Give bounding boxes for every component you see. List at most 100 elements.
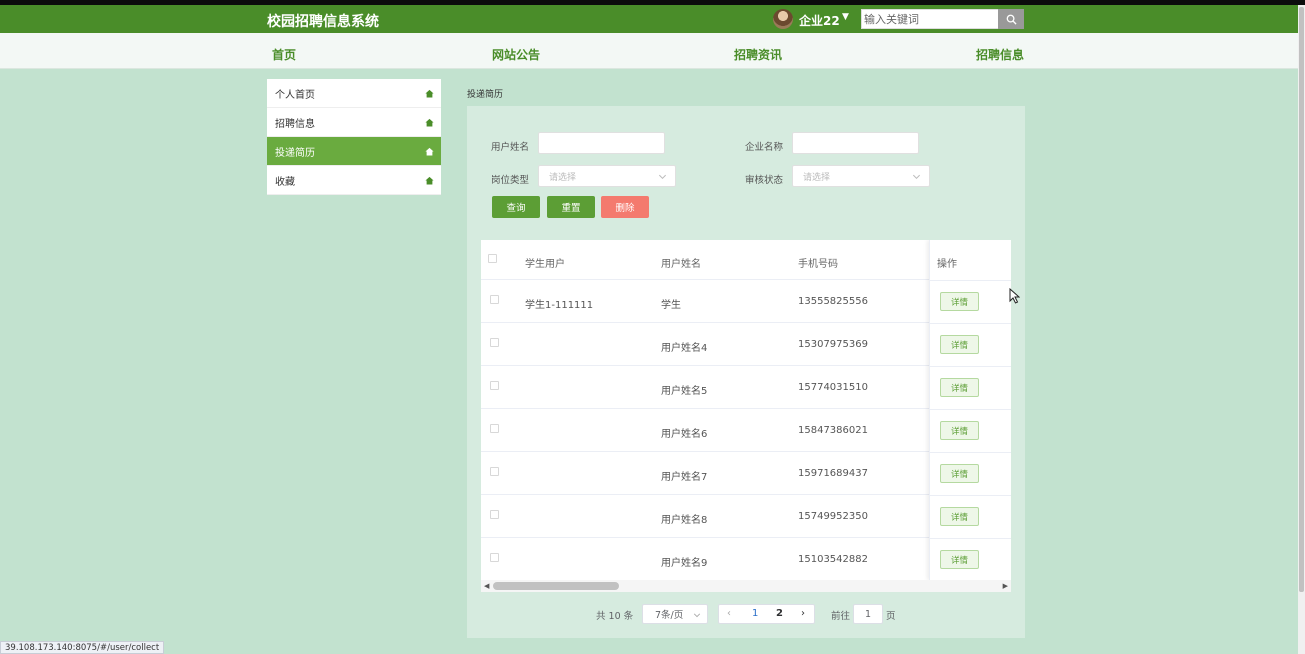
review-status-placeholder: 请选择 xyxy=(803,172,831,183)
actions-column: 操作 详情 详情 详情 详情 详情 详情 详情 xyxy=(929,240,1011,580)
goto-unit: 页 xyxy=(886,611,896,622)
review-status-label: 审核状态 xyxy=(745,175,784,186)
cell-phone: 13555825556 xyxy=(798,296,868,307)
cell-phone: 15103542882 xyxy=(798,554,868,565)
divider xyxy=(930,452,1011,453)
cell-phone: 15774031510 xyxy=(798,382,868,393)
cell-student: 学生1-111111 xyxy=(525,300,594,311)
company-name-label: 企业名称 xyxy=(745,142,784,153)
detail-button[interactable]: 详情 xyxy=(940,550,979,569)
column-header-phone[interactable]: 手机号码 xyxy=(798,255,838,270)
cell-name: 用户姓名7 xyxy=(661,472,708,483)
divider xyxy=(930,538,1011,539)
main-nav: 首页 网站公告 招聘资讯 招聘信息 xyxy=(0,33,1298,69)
page-size-value: 7条/页 xyxy=(655,610,684,621)
resume-table: 学生用户 用户姓名 手机号码 学生1-111111 学生 13555825556… xyxy=(481,240,1011,592)
detail-button[interactable]: 详情 xyxy=(940,421,979,440)
cell-phone: 15749952350 xyxy=(798,511,868,522)
next-page-icon[interactable]: › xyxy=(801,608,805,619)
sidebar-item-label: 投递简历 xyxy=(275,147,315,159)
reset-button[interactable]: 重置 xyxy=(547,196,595,218)
column-header-name[interactable]: 用户姓名 xyxy=(661,255,701,270)
nav-announcements[interactable]: 网站公告 xyxy=(492,46,540,63)
user-name-input[interactable] xyxy=(538,132,665,154)
cell-name: 学生 xyxy=(661,300,681,311)
delete-button[interactable]: 删除 xyxy=(601,196,649,218)
row-checkbox[interactable] xyxy=(490,510,499,519)
job-type-placeholder: 请选择 xyxy=(549,172,577,183)
divider xyxy=(930,495,1011,496)
detail-button[interactable]: 详情 xyxy=(940,507,979,526)
sidebar-item-label: 招聘信息 xyxy=(275,118,315,130)
search-icon xyxy=(1006,14,1017,25)
cell-name: 用户姓名6 xyxy=(661,429,708,440)
page-2[interactable]: 2 xyxy=(776,608,783,619)
nav-news[interactable]: 招聘资讯 xyxy=(734,46,782,63)
sidebar-item-favorites[interactable]: 收藏 xyxy=(267,166,441,195)
detail-button[interactable]: 详情 xyxy=(940,378,979,397)
cell-phone: 15307975369 xyxy=(798,339,868,350)
goto-label: 前往 xyxy=(831,611,851,622)
table-horizontal-scrollbar[interactable]: ◀ ▶ xyxy=(481,580,1011,592)
company-name-input[interactable] xyxy=(792,132,919,154)
pager: ‹ 1 2 › xyxy=(718,604,815,624)
house-icon xyxy=(425,147,434,156)
review-status-select[interactable]: 请选择 xyxy=(792,165,930,187)
search-button[interactable] xyxy=(998,9,1024,29)
nav-home[interactable]: 首页 xyxy=(272,46,296,63)
status-url: 39.108.173.140:8075/#/user/collect xyxy=(0,641,165,654)
page-size-select[interactable]: 7条/页 xyxy=(642,604,708,624)
sidebar-item-resume[interactable]: 投递简历 xyxy=(267,137,441,166)
prev-page-icon[interactable]: ‹ xyxy=(727,608,731,619)
site-title: 校园招聘信息系统 xyxy=(267,14,379,30)
detail-button[interactable]: 详情 xyxy=(940,335,979,354)
user-name-label: 用户姓名 xyxy=(491,142,530,153)
job-type-select[interactable]: 请选择 xyxy=(538,165,676,187)
cell-name: 用户姓名5 xyxy=(661,386,708,397)
sidebar-item-label: 个人首页 xyxy=(275,89,315,101)
search-input[interactable] xyxy=(861,9,998,29)
column-header-student[interactable]: 学生用户 xyxy=(525,255,565,270)
divider xyxy=(930,366,1011,367)
row-checkbox[interactable] xyxy=(490,338,499,347)
row-checkbox[interactable] xyxy=(490,381,499,390)
page-scrollbar-thumb[interactable] xyxy=(1299,7,1304,592)
sidebar-item-home[interactable]: 个人首页 xyxy=(267,79,441,108)
sidebar-item-jobs[interactable]: 招聘信息 xyxy=(267,108,441,137)
user-name[interactable]: 企业22 xyxy=(799,12,840,29)
page-1[interactable]: 1 xyxy=(752,608,758,619)
detail-button[interactable]: 详情 xyxy=(940,464,979,483)
divider xyxy=(930,280,1011,281)
cell-name: 用户姓名4 xyxy=(661,343,708,354)
scroll-left-icon[interactable]: ◀ xyxy=(484,582,489,590)
pagination-total: 共 10 条 xyxy=(596,611,634,622)
row-checkbox[interactable] xyxy=(490,424,499,433)
caret-down-icon[interactable]: ▼ xyxy=(842,12,849,22)
detail-button[interactable]: 详情 xyxy=(940,292,979,311)
goto-page-input[interactable]: 1 xyxy=(853,604,883,624)
content-panel: 用户姓名 企业名称 岗位类型 请选择 审核状态 请选择 查询 重置 删除 学生用… xyxy=(467,106,1025,638)
cell-name: 用户姓名8 xyxy=(661,515,708,526)
page-scrollbar[interactable] xyxy=(1298,5,1305,654)
sidebar-item-label: 收藏 xyxy=(275,176,295,188)
breadcrumb: 投递简历 xyxy=(467,90,504,100)
avatar[interactable] xyxy=(773,9,793,29)
scroll-right-icon[interactable]: ▶ xyxy=(1003,582,1008,590)
row-checkbox[interactable] xyxy=(490,467,499,476)
nav-jobs[interactable]: 招聘信息 xyxy=(976,46,1024,63)
cell-phone: 15847386021 xyxy=(798,425,868,436)
select-all-checkbox[interactable] xyxy=(488,254,497,263)
sidebar: 个人首页 招聘信息 投递简历 收藏 xyxy=(267,79,441,195)
row-checkbox[interactable] xyxy=(490,295,499,304)
chevron-down-icon xyxy=(693,613,701,618)
query-button[interactable]: 查询 xyxy=(492,196,540,218)
house-icon xyxy=(425,176,434,185)
header-bar: 校园招聘信息系统 企业22 ▼ xyxy=(0,5,1298,33)
row-checkbox[interactable] xyxy=(490,553,499,562)
divider xyxy=(930,323,1011,324)
table-scrollbar-thumb[interactable] xyxy=(493,582,619,590)
cell-phone: 15971689437 xyxy=(798,468,868,479)
house-icon xyxy=(425,118,434,127)
job-type-label: 岗位类型 xyxy=(491,175,530,186)
column-header-actions: 操作 xyxy=(937,259,957,270)
